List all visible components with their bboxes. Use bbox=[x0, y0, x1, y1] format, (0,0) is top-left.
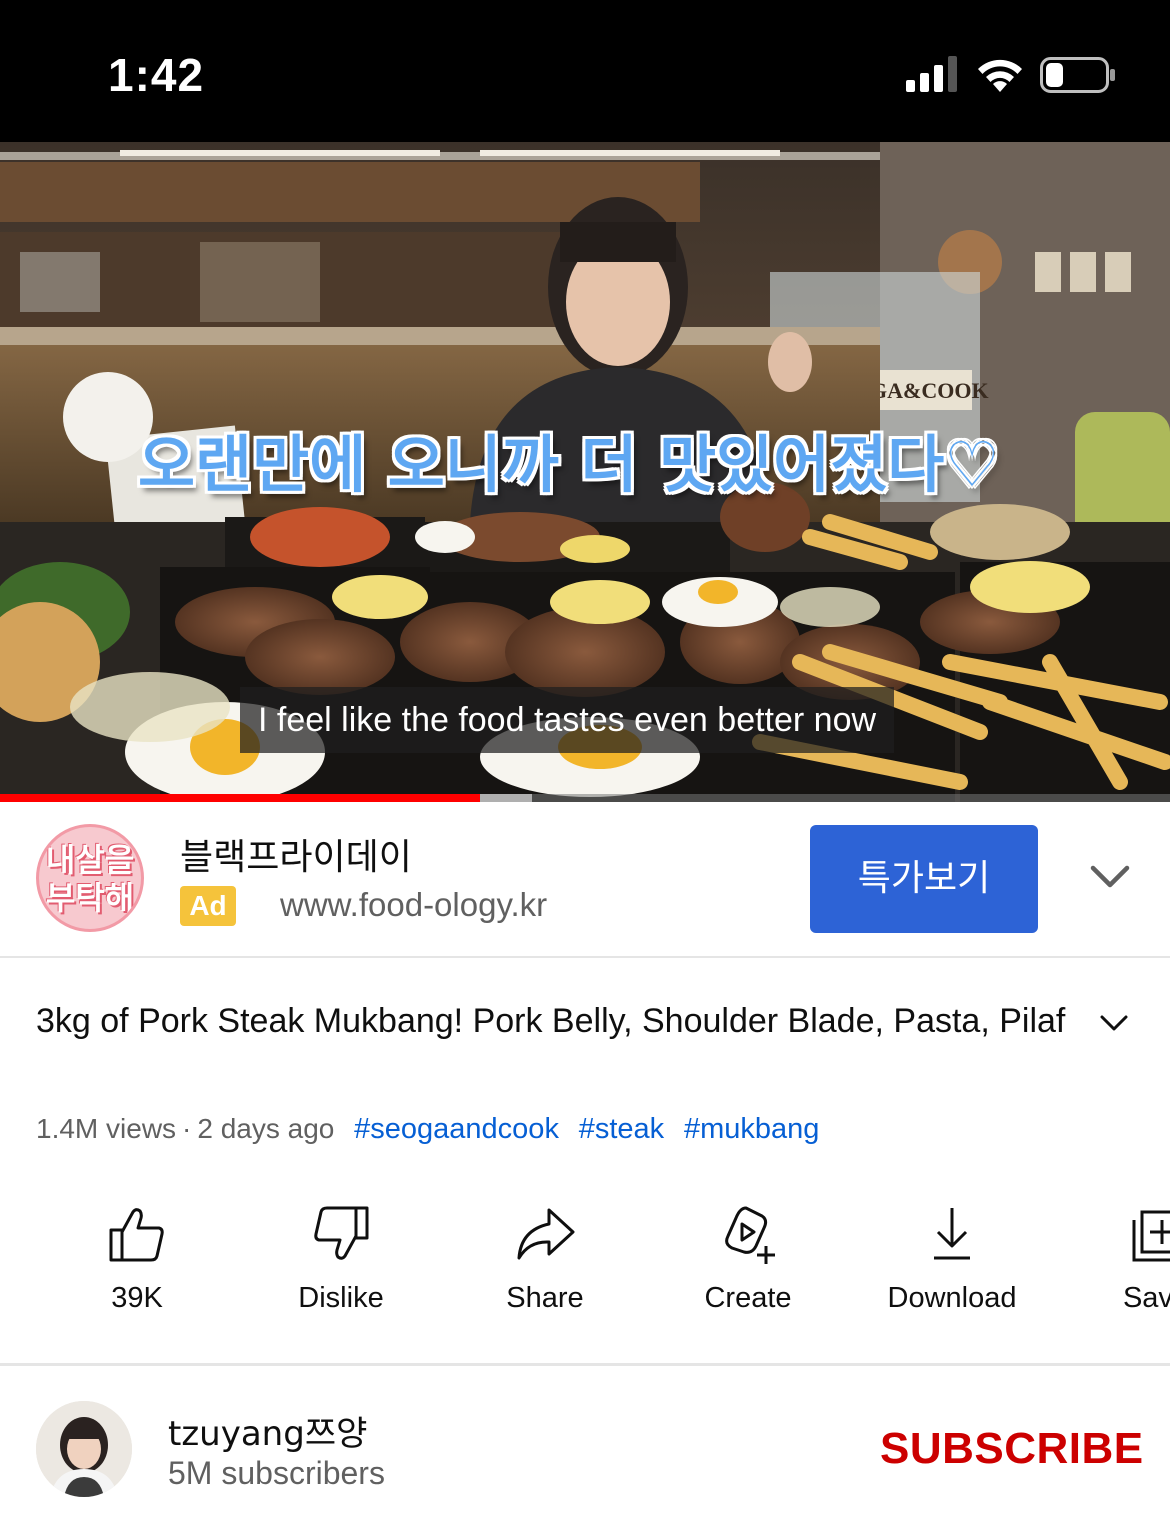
wifi-icon bbox=[978, 59, 1022, 92]
download-label: Download bbox=[887, 1282, 1017, 1314]
video-player[interactable]: SEOGA&COOK 오랜만에 오니까 더 맛있어졌다♡ I feel like… bbox=[0, 142, 1170, 802]
section-divider bbox=[0, 1363, 1170, 1366]
save-button[interactable]: Save bbox=[1066, 1190, 1170, 1330]
hashtag-link[interactable]: #seogaandcook bbox=[354, 1113, 559, 1145]
ad-banner[interactable]: 내살을 부탁해 블랙프라이데이 Ad www.food-ology.kr 특가보… bbox=[0, 802, 1170, 958]
upload-age: 2 days ago bbox=[197, 1113, 335, 1144]
ad-badge: Ad bbox=[180, 886, 236, 926]
ad-url[interactable]: www.food-ology.kr bbox=[280, 886, 547, 924]
meta-separator: · bbox=[182, 1113, 192, 1144]
cellular-signal-icon bbox=[906, 56, 957, 92]
video-title[interactable]: 3kg of Pork Steak Mukbang! Pork Belly, S… bbox=[36, 996, 1066, 1046]
channel-avatar[interactable] bbox=[36, 1401, 132, 1497]
dislike-button[interactable]: Dislike bbox=[251, 1190, 431, 1330]
save-label: Save bbox=[1122, 1282, 1170, 1314]
channel-name[interactable]: tzuyang쯔양 bbox=[168, 1406, 367, 1455]
ad-logo-line2: 부탁해 bbox=[45, 879, 135, 917]
share-label: Share bbox=[506, 1282, 584, 1314]
create-button[interactable]: Create bbox=[658, 1190, 838, 1330]
create-icon bbox=[725, 1206, 775, 1264]
video-caption: I feel like the food tastes even better … bbox=[240, 687, 895, 753]
action-bar: 39K Dislike Share Create Download Sav bbox=[0, 1190, 1170, 1330]
download-button[interactable]: Download bbox=[862, 1190, 1042, 1330]
download-icon bbox=[934, 1208, 970, 1260]
battery-icon bbox=[1040, 57, 1115, 93]
progress-bar[interactable] bbox=[0, 794, 1170, 802]
subscribe-button[interactable]: SUBSCRIBE bbox=[880, 1424, 1144, 1474]
hashtag-link[interactable]: #mukbang bbox=[684, 1113, 819, 1145]
share-button[interactable]: Share bbox=[455, 1190, 635, 1330]
video-meta: 1.4M views · 2 days ago #seogaandcook #ste… bbox=[36, 1113, 819, 1146]
dislike-label: Dislike bbox=[298, 1282, 384, 1314]
progress-played bbox=[0, 794, 480, 802]
save-icon bbox=[1132, 1210, 1170, 1262]
hashtag-link[interactable]: #steak bbox=[579, 1113, 664, 1145]
view-count: 1.4M views bbox=[36, 1113, 177, 1144]
like-count: 39K bbox=[111, 1282, 163, 1314]
ad-cta-button[interactable]: 특가보기 bbox=[810, 825, 1038, 933]
thumbs-down-icon bbox=[314, 1206, 369, 1260]
video-overlay-text: 오랜만에 오니까 더 맛있어졌다♡ bbox=[138, 428, 1000, 501]
expand-description-icon[interactable] bbox=[1098, 1010, 1130, 1036]
subscriber-count: 5M subscribers bbox=[168, 1455, 385, 1491]
status-time: 1:42 bbox=[108, 49, 205, 101]
like-button[interactable]: 39K bbox=[47, 1190, 227, 1330]
chevron-down-icon[interactable] bbox=[1088, 862, 1132, 892]
status-bar: 1:42 bbox=[0, 0, 1170, 142]
create-label: Create bbox=[704, 1282, 792, 1314]
ad-logo[interactable]: 내살을 부탁해 bbox=[36, 824, 144, 932]
avatar-image bbox=[36, 1401, 132, 1497]
thumbs-up-icon bbox=[109, 1208, 164, 1262]
ad-title[interactable]: 블랙프라이데이 bbox=[180, 828, 412, 880]
ad-logo-line1: 내살을 bbox=[45, 841, 135, 879]
share-icon bbox=[517, 1208, 575, 1260]
ad-logo-text: 내살을 부탁해 bbox=[39, 841, 141, 917]
